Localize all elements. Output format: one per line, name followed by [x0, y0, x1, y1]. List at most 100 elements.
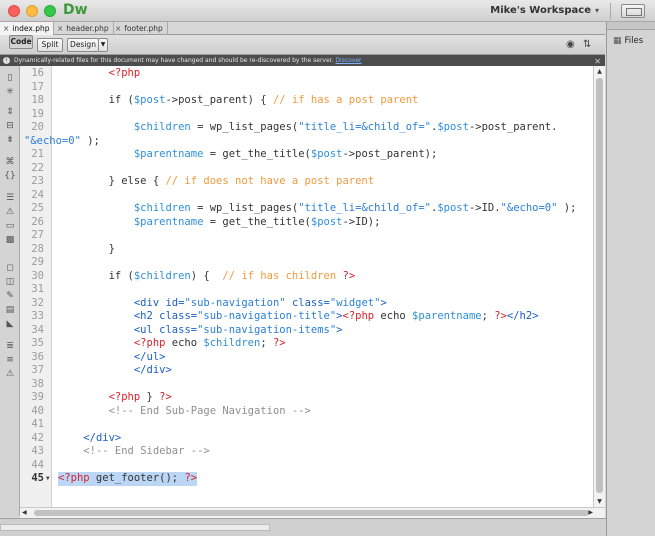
chevron-down-icon[interactable]: ▼ — [98, 38, 108, 52]
code-line[interactable]: 18 if ($post->post_parent) { // if has a… — [20, 94, 593, 108]
chevron-down-icon[interactable]: ▾ — [595, 6, 599, 15]
code-line[interactable]: 29 — [20, 256, 593, 270]
tab-label: footer.php — [124, 24, 163, 33]
code-text: if ($children) { // if has children ?> — [58, 269, 356, 282]
code-line[interactable]: 20 $children = wp_list_pages("title_li=&… — [20, 121, 593, 135]
scroll-up-icon[interactable]: ▲ — [595, 67, 604, 76]
app-logo: Dw — [63, 2, 88, 18]
collapse-full-tag-icon[interactable]: ⊟ — [3, 120, 17, 132]
line-number: 43 — [31, 445, 44, 457]
close-icon[interactable]: × — [57, 24, 63, 33]
line-number: 22 — [31, 161, 44, 174]
code-line[interactable]: 28 } — [20, 243, 593, 257]
code-line[interactable]: 33 <h2 class="sub-navigation-title"><?ph… — [20, 310, 593, 324]
code-line[interactable]: 44 — [20, 459, 593, 473]
fold-marker-icon[interactable]: ▼ — [46, 472, 50, 486]
code-line[interactable]: 34 <ul class="sub-navigation-items"> — [20, 324, 593, 338]
split-view-button[interactable]: Split — [37, 38, 63, 52]
scroll-left-icon[interactable]: ◀ — [22, 509, 27, 516]
code-line[interactable]: 31 — [20, 283, 593, 297]
recent-snippets-icon[interactable]: ▤ — [3, 304, 17, 316]
close-icon[interactable]: ✕ — [594, 56, 601, 66]
files-panel-tab[interactable]: ▦ Files — [613, 36, 653, 52]
code-line[interactable]: 35 <?php echo $children; ?> — [20, 337, 593, 351]
code-view-button[interactable]: Code — [9, 35, 33, 49]
code-line[interactable]: 42 </div> — [20, 432, 593, 446]
horizontal-scrollbar[interactable]: ◀ ▶ — [20, 507, 605, 518]
code-line[interactable]: 45 ▼ <?php get_footer(); ?> — [20, 472, 593, 486]
collapse-selection-icon[interactable]: ⇟ — [3, 134, 17, 146]
highlight-invalid-code-icon[interactable]: ⚠ — [3, 206, 17, 218]
workspace-switcher[interactable]: Mike's Workspace — [490, 5, 591, 16]
scroll-down-icon[interactable]: ▼ — [595, 497, 604, 506]
code-line[interactable]: 32 <div id="sub-navigation" class="widge… — [20, 297, 593, 311]
apply-comment-icon[interactable]: ◻ — [3, 262, 17, 274]
line-number: 45 — [31, 472, 44, 484]
files-panel: ▦ Files — [606, 22, 655, 536]
code-line[interactable]: 22 — [20, 162, 593, 176]
code-line[interactable]: 39 <?php } ?> — [20, 391, 593, 405]
code-text: "&echo=0" ); — [24, 134, 100, 147]
code-line[interactable]: 16 <?php — [20, 67, 593, 81]
code-line[interactable]: 41 — [20, 418, 593, 432]
minimize-window-button[interactable] — [26, 5, 38, 17]
line-number: 39 — [31, 391, 44, 403]
line-number: 42 — [31, 431, 44, 444]
show-code-navigator-icon[interactable]: ✳ — [3, 86, 17, 98]
line-number: 35 — [31, 337, 44, 349]
expand-all-icon[interactable]: ⇕ — [3, 106, 17, 118]
code-line[interactable]: 43 <!-- End Sidebar --> — [20, 445, 593, 459]
code-line[interactable]: 36 </ul> — [20, 351, 593, 365]
close-window-button[interactable] — [8, 5, 20, 17]
remove-comment-icon[interactable]: ◫ — [3, 276, 17, 288]
indent-code-icon[interactable]: ≣ — [3, 340, 17, 352]
design-view-button[interactable]: Design — [67, 38, 99, 52]
code-line[interactable]: 21 $parentname = get_the_title($post->po… — [20, 148, 593, 162]
code-line[interactable]: 30 if ($children) { // if has children ?… — [20, 270, 593, 284]
code-line[interactable]: 17 — [20, 81, 593, 95]
code-text: $children = wp_list_pages("title_li=&chi… — [133, 121, 558, 133]
layout-toggle-button[interactable] — [621, 4, 645, 18]
tab-footer-php[interactable]: × footer.php — [112, 22, 168, 35]
line-number: 34 — [31, 323, 44, 336]
info-bar: i Dynamically-related files for this doc… — [0, 55, 605, 66]
line-number: 25 — [31, 202, 44, 214]
line-numbers-icon[interactable]: ☰ — [3, 192, 17, 204]
vertical-scrollbar[interactable]: ▲ ▼ — [593, 66, 605, 507]
select-parent-tag-icon[interactable]: ⌘ — [3, 156, 17, 168]
globe-icon[interactable]: ◉ — [566, 39, 575, 50]
syntax-coloring-icon[interactable]: ▩ — [3, 234, 17, 246]
close-icon[interactable]: × — [3, 24, 9, 33]
code-line[interactable]: 25 $children = wp_list_pages("title_li=&… — [20, 202, 593, 216]
tab-header-php[interactable]: × header.php — [54, 22, 114, 35]
move-css-icon[interactable]: ◣ — [3, 318, 17, 330]
wrap-tag-icon[interactable]: ✎ — [3, 290, 17, 302]
code-line[interactable]: 23 } else { // if does not have a post p… — [20, 175, 593, 189]
outdent-code-icon[interactable]: ≡ — [3, 354, 17, 366]
file-transfer-icon[interactable]: ⇅ — [583, 39, 591, 50]
code-line[interactable]: 26 $parentname = get_the_title($post->ID… — [20, 216, 593, 230]
code-editor[interactable]: 16 <?php 17 18 if ($post->post_parent) { /… — [20, 66, 593, 507]
code-line[interactable]: 38 — [20, 378, 593, 392]
balance-braces-icon[interactable]: {} — [3, 170, 17, 182]
scrollbar-thumb[interactable] — [34, 510, 589, 516]
code-line[interactable]: 37 </div> — [20, 364, 593, 378]
zoom-window-button[interactable] — [44, 5, 56, 17]
tag-selector[interactable] — [0, 524, 270, 531]
code-line[interactable]: 40 <!-- End Sub-Page Navigation --> — [20, 405, 593, 419]
code-text: } else { // if does not have a post pare… — [58, 175, 375, 187]
close-icon[interactable]: × — [115, 24, 121, 33]
word-wrap-icon[interactable]: ▭ — [3, 220, 17, 232]
code-line[interactable]: 27 — [20, 229, 593, 243]
code-line[interactable]: "&echo=0" ); — [20, 135, 593, 149]
scroll-right-icon[interactable]: ▶ — [588, 509, 593, 516]
open-documents-icon[interactable]: ▯ — [3, 72, 17, 84]
panel-header[interactable] — [607, 22, 655, 30]
tab-index-php[interactable]: × index.php — [0, 22, 55, 35]
discover-link[interactable]: Discover — [335, 57, 361, 64]
code-text: <?php — [108, 67, 141, 79]
code-line[interactable]: 19 — [20, 108, 593, 122]
scrollbar-thumb[interactable] — [596, 78, 603, 493]
format-source-code-icon[interactable]: ⚠ — [3, 368, 17, 380]
code-line[interactable]: 24 — [20, 189, 593, 203]
